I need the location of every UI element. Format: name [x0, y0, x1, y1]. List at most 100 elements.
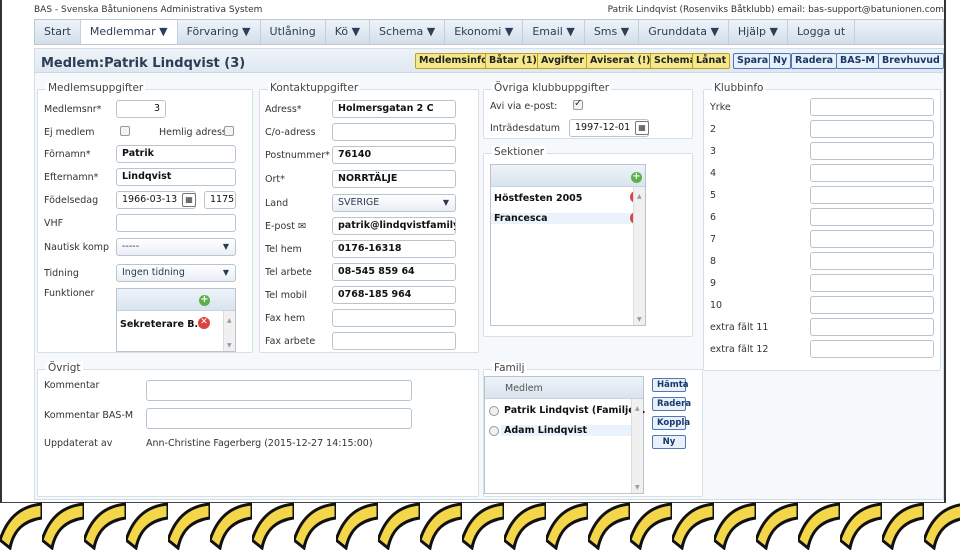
- hemlig-checkbox[interactable]: [224, 126, 234, 136]
- scrollbar[interactable]: ▲ ▼: [223, 311, 235, 351]
- avi-checkbox[interactable]: [573, 98, 583, 110]
- telarb-label: Tel arbete: [265, 267, 312, 278]
- funktioner-list: + Sekreterare B... ✕ ▲ ▼: [116, 288, 236, 352]
- telmob-field[interactable]: 0768-185 964: [332, 286, 456, 304]
- familj-member[interactable]: Patrik Lindqvist (Familje...: [501, 405, 645, 416]
- member-legend: Medlemsuppgifter: [46, 82, 146, 94]
- fodelse-suffix-field[interactable]: 1175: [204, 191, 236, 209]
- nr-label: Medlemsnr*: [44, 104, 102, 115]
- klubbinfo-label: extra fält 12: [710, 344, 769, 355]
- basm-button[interactable]: BAS-M: [836, 53, 879, 69]
- menu-utlaning[interactable]: Utlåning: [261, 20, 326, 44]
- familj-section: Familj Medlem Patrik Lindqvist (Familje.…: [483, 362, 703, 497]
- adress-field[interactable]: Holmersgatan 2 C: [332, 100, 456, 118]
- epost-label-text: E-post: [265, 221, 295, 232]
- tab-aviserat[interactable]: Aviserat (!): [586, 53, 655, 69]
- nr-field[interactable]: 3: [116, 100, 166, 118]
- menu-ekonomi[interactable]: Ekonomi ▼: [445, 20, 524, 44]
- tab-avgifter[interactable]: Avgifter: [537, 53, 589, 69]
- menu-start[interactable]: Start: [35, 20, 81, 44]
- new-button[interactable]: Ny: [769, 53, 792, 69]
- list-header: Medlem: [485, 377, 643, 399]
- sektion-item[interactable]: Francesca: [491, 213, 634, 224]
- land-select[interactable]: SVERIGE ▼: [332, 194, 456, 212]
- telhem-field[interactable]: 0176-16318: [332, 240, 456, 258]
- uppdaterat-value: Ann-Christine Fagerberg (2015-12-27 14:1…: [146, 438, 373, 449]
- postnr-field[interactable]: 76140: [332, 146, 456, 164]
- scrollbar[interactable]: ▲ ▼: [633, 187, 645, 325]
- family-delete-button[interactable]: Radera: [652, 397, 691, 411]
- menu-medlemmar[interactable]: Medlemmar ▼: [80, 20, 178, 44]
- klubbinfo-field[interactable]: [810, 318, 934, 336]
- tidning-select[interactable]: Ingen tidning ▼: [116, 264, 236, 282]
- kommentar-field[interactable]: [146, 380, 412, 401]
- klubbinfo-field[interactable]: [810, 274, 934, 292]
- nautisk-select[interactable]: ----- ▼: [116, 238, 236, 256]
- delete-button[interactable]: Radera: [791, 53, 838, 69]
- add-icon[interactable]: +: [199, 295, 210, 306]
- fetch-button[interactable]: Hämta: [652, 378, 689, 392]
- rope-decoration: [0, 496, 960, 550]
- menu-ko[interactable]: Kö ▼: [326, 20, 371, 44]
- klubbinfo-field[interactable]: [810, 230, 934, 248]
- familj-member[interactable]: Adam Lindqvist: [501, 425, 631, 436]
- fornamn-field[interactable]: Patrik: [116, 145, 236, 163]
- epost-field[interactable]: patrik@lindqvistfamily.s: [332, 217, 456, 235]
- klubbinfo-field[interactable]: [810, 164, 934, 182]
- ort-field[interactable]: NORRTÄLJE: [332, 170, 456, 188]
- klubbinfo-label: extra fält 11: [710, 322, 769, 333]
- tidning-label: Tidning: [44, 268, 79, 279]
- klubbinfo-field[interactable]: [810, 296, 934, 314]
- save-button[interactable]: Spara: [733, 53, 773, 69]
- menu-sms[interactable]: Sms ▼: [585, 20, 640, 44]
- member-radio[interactable]: [489, 426, 499, 436]
- menu-forvaring[interactable]: Förvaring ▼: [178, 20, 261, 44]
- klubbinfo-label: Yrke: [710, 102, 731, 113]
- member-radio[interactable]: [489, 406, 499, 416]
- menu-logga-ut[interactable]: Logga ut: [788, 20, 856, 44]
- calendar-icon[interactable]: ▦: [635, 121, 649, 135]
- klubbinfo-field[interactable]: [810, 208, 934, 226]
- user-info: Patrik Lindqvist (Rosenviks Båtklubb) em…: [607, 5, 944, 15]
- klubbinfo-field[interactable]: [810, 98, 934, 116]
- tab-lanat[interactable]: Lånat: [692, 53, 731, 69]
- menu-schema[interactable]: Schema ▼: [370, 20, 446, 44]
- telarb-field[interactable]: 08-545 859 64: [332, 263, 456, 281]
- faxarb-field[interactable]: [332, 332, 456, 350]
- mail-icon[interactable]: ✉: [298, 221, 306, 232]
- club-legend: Övriga klubbuppgifter: [492, 82, 612, 94]
- menu-grunddata[interactable]: Grunddata ▼: [639, 20, 729, 44]
- klubbinfo-field[interactable]: [810, 120, 934, 138]
- epost-label: E-post ✉: [265, 221, 306, 232]
- familj-column-header: Medlem: [505, 383, 543, 394]
- faxhem-field[interactable]: [332, 309, 456, 327]
- calendar-icon[interactable]: ▦: [182, 193, 196, 207]
- menu-email[interactable]: Email ▼: [523, 20, 585, 44]
- contact-section: Kontaktuppgifter Adress* Holmersgatan 2 …: [259, 82, 479, 353]
- brevhuvud-button[interactable]: Brevhuvud: [878, 53, 944, 69]
- add-icon[interactable]: +: [631, 172, 642, 183]
- sektion-item[interactable]: Höstfesten 2005: [491, 193, 582, 204]
- link-button[interactable]: Koppla: [652, 416, 690, 430]
- postnr-label: Postnummer*: [265, 150, 330, 161]
- family-new-button[interactable]: Ny: [652, 435, 686, 449]
- vhf-field[interactable]: [116, 214, 236, 232]
- tab-medlemsinfo[interactable]: Medlemsinfo: [415, 53, 492, 69]
- fornamn-label: Förnamn*: [44, 149, 91, 160]
- nautisk-value: -----: [122, 241, 140, 252]
- efternamn-field[interactable]: Lindqvist: [116, 168, 236, 186]
- klubbinfo-field[interactable]: [810, 252, 934, 270]
- klubbinfo-field[interactable]: [810, 186, 934, 204]
- klubbinfo-field[interactable]: [810, 142, 934, 160]
- club-section: Övriga klubbuppgifter Avi via e-post: In…: [483, 82, 693, 139]
- scrollbar[interactable]: ▲ ▼: [631, 399, 643, 493]
- klubbinfo-field[interactable]: [810, 340, 934, 358]
- coadress-field[interactable]: [332, 123, 456, 141]
- kommentar-basm-field[interactable]: [146, 408, 412, 429]
- remove-icon[interactable]: ✕: [198, 317, 210, 329]
- tab-batar[interactable]: Båtar (1): [485, 53, 541, 69]
- title-bar: BAS - Svenska Båtunionens Administrativa…: [34, 5, 944, 19]
- menu-hjalp[interactable]: Hjälp ▼: [729, 20, 788, 44]
- ej-medlem-checkbox[interactable]: [120, 126, 130, 136]
- funktion-item[interactable]: Sekreterare B...: [117, 319, 205, 330]
